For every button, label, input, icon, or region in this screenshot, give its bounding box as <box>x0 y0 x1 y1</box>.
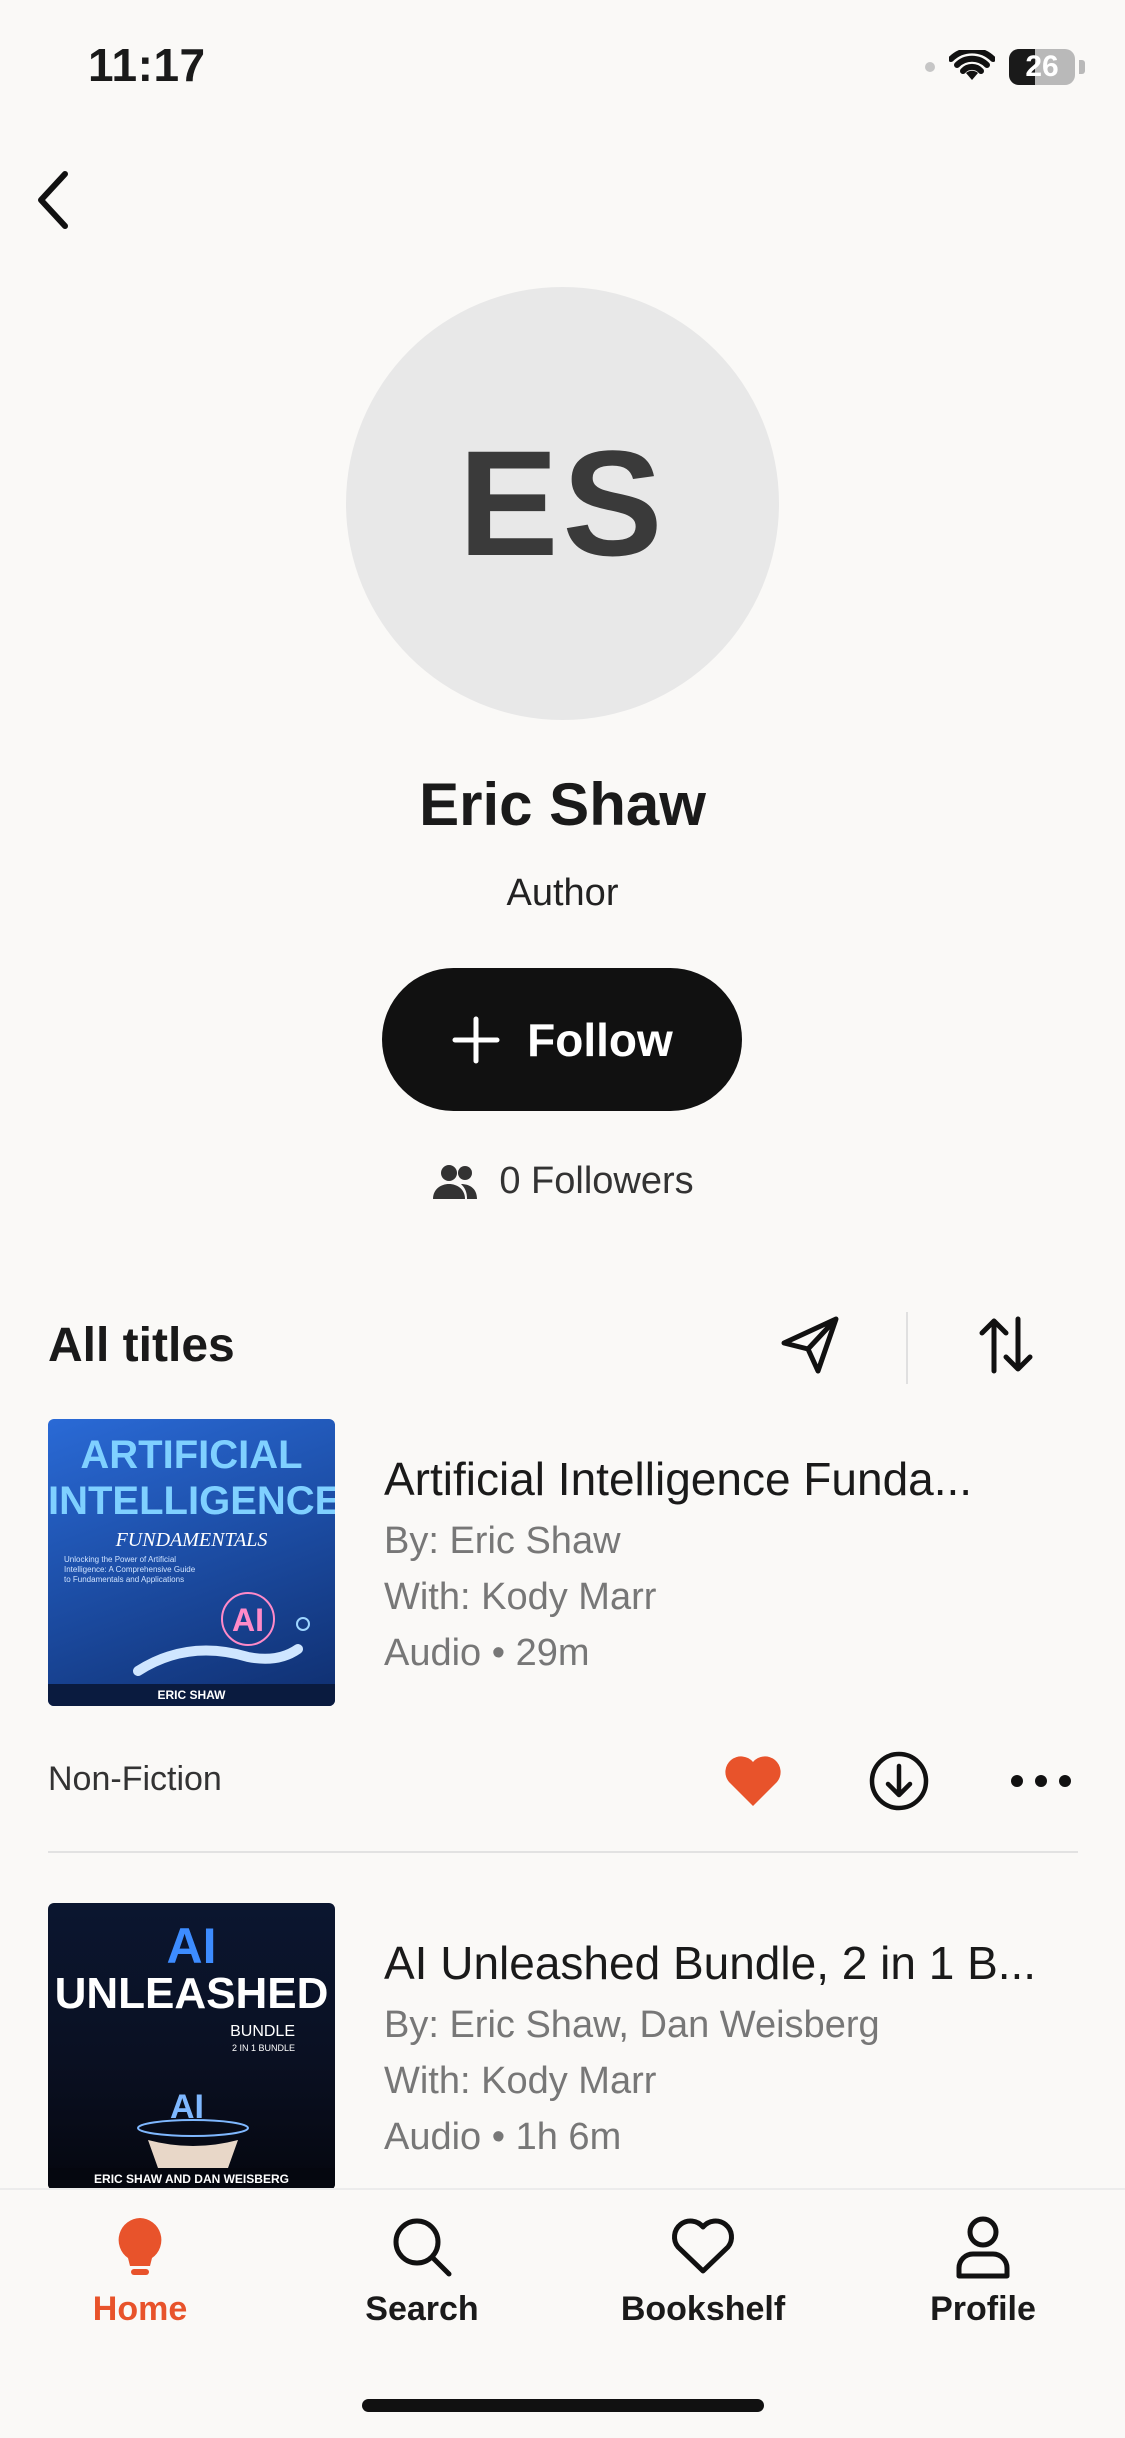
cover-line4: 2 IN 1 BUNDLE <box>231 2043 295 2053</box>
status-time: 11:17 <box>88 39 206 91</box>
sort-arrows-icon <box>979 1316 1033 1374</box>
tab-profile-label: Profile <box>930 2290 1036 2328</box>
heart-filled-icon <box>725 1756 781 1806</box>
book-title[interactable]: AI Unleashed Bundle, 2 in 1 B... <box>384 1936 1084 1990</box>
hand-hologram-illustration-icon: AI <box>137 2088 249 2168</box>
section-title: All titles <box>48 1319 235 1372</box>
download-button[interactable] <box>866 1748 932 1814</box>
cover-line3: BUNDLE <box>230 2023 295 2040</box>
avatar-initials: ES <box>458 419 667 587</box>
send-icon <box>781 1316 839 1374</box>
battery-icon: 26 <box>1009 49 1075 85</box>
chevron-left-icon <box>38 171 68 229</box>
cover-line1: ARTIFICIAL <box>80 1433 303 1477</box>
book-with: With: Kody Marr <box>384 2060 657 2102</box>
book-genre: Non-Fiction <box>48 1760 222 1798</box>
book-cover[interactable]: ARTIFICIAL INTELLIGENCE FUNDAMENTALS Unl… <box>48 1419 335 1706</box>
avatar: ES <box>346 287 779 720</box>
robot-hand-illustration-icon: AI <box>133 1592 310 1676</box>
search-icon <box>393 2218 452 2277</box>
privacy-dot-icon <box>925 62 935 72</box>
author-name: Eric Shaw <box>419 771 706 838</box>
tab-home-label: Home <box>92 2290 188 2328</box>
tab-profile[interactable]: Profile <box>883 2214 1083 2329</box>
svg-text:AI: AI <box>232 1602 264 1638</box>
share-button[interactable] <box>770 1305 850 1385</box>
follow-label: Follow <box>527 1013 673 1066</box>
book-cover[interactable]: AI UNLEASHED BUNDLE 2 IN 1 BUNDLE AI ERI… <box>48 1903 335 2190</box>
book-by: By: Eric Shaw <box>384 1520 621 1562</box>
book-with: With: Kody Marr <box>384 1576 657 1618</box>
tab-search[interactable]: Search <box>322 2214 522 2329</box>
book-title[interactable]: Artificial Intelligence Funda... <box>384 1452 1084 1506</box>
tab-home[interactable]: Home <box>40 2214 240 2329</box>
tab-search-label: Search <box>365 2290 479 2328</box>
status-icons: 26 <box>925 44 1085 90</box>
wifi-icon <box>949 50 995 80</box>
more-options-button[interactable] <box>1006 1748 1076 1814</box>
sort-button[interactable] <box>966 1305 1046 1385</box>
book-format: Audio • 1h 6m <box>384 2116 622 2158</box>
plus-icon <box>452 1016 500 1063</box>
book-format: Audio • 29m <box>384 1632 590 1674</box>
followers-count: 0 Followers <box>0 1160 1125 1203</box>
person-icon <box>956 2216 1010 2279</box>
header-divider <box>906 1312 908 1384</box>
cover-line2: INTELLIGENCE <box>48 1479 335 1523</box>
follow-button[interactable]: Follow <box>382 968 742 1111</box>
followers-label: 0 Followers <box>499 1160 694 1202</box>
heart-icon <box>672 2218 734 2274</box>
cover-line1: AI <box>166 1918 217 1974</box>
author-role: Author <box>506 872 619 914</box>
people-icon <box>433 1164 478 1199</box>
tab-bookshelf-label: Bookshelf <box>620 2290 786 2328</box>
cover-author: ERIC SHAW AND DAN WEISBERG <box>48 2168 335 2190</box>
tab-bookshelf[interactable]: Bookshelf <box>603 2214 803 2329</box>
cover-line2: UNLEASHED <box>54 1969 329 2018</box>
cover-line3: FUNDAMENTALS <box>115 1529 268 1551</box>
row-divider <box>48 1851 1078 1853</box>
home-indicator[interactable] <box>362 2399 764 2412</box>
back-button[interactable] <box>20 160 86 240</box>
lightbulb-icon <box>118 2218 162 2275</box>
book-by: By: Eric Shaw, Dan Weisberg <box>384 2004 880 2046</box>
battery-level: 26 <box>1025 50 1059 83</box>
ellipsis-icon <box>1011 1775 1071 1787</box>
cover-author: ERIC SHAW <box>48 1684 335 1706</box>
download-icon <box>869 1751 929 1811</box>
favorite-button[interactable] <box>720 1748 786 1814</box>
